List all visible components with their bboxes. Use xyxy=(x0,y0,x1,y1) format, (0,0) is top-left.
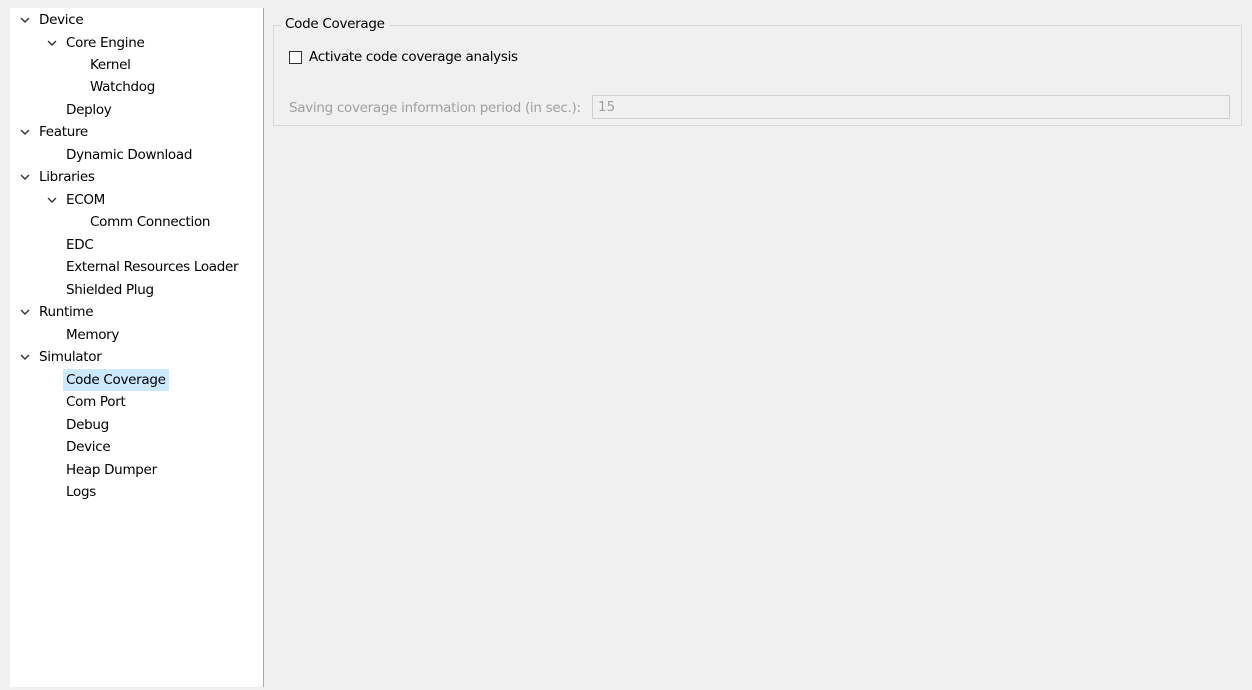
tree-item-label: Feature xyxy=(39,124,88,140)
tree-item-memory[interactable]: Memory xyxy=(63,324,122,346)
tree-item-label: Logs xyxy=(66,484,96,500)
tree-item-label: Code Coverage xyxy=(63,369,169,391)
tree-item-label: Watchdog xyxy=(90,79,156,95)
chevron-down-icon[interactable] xyxy=(45,32,59,54)
tree-item-simulator[interactable]: Simulator xyxy=(20,346,104,368)
tree-item-simulator-device[interactable]: Device xyxy=(63,436,113,458)
saving-period-input xyxy=(592,95,1230,119)
chevron-down-icon[interactable] xyxy=(18,346,32,368)
tree-item-label: Comm Connection xyxy=(90,214,211,230)
tree-item-logs[interactable]: Logs xyxy=(63,481,99,503)
tree-item-com-port[interactable]: Com Port xyxy=(63,391,129,413)
tree-item-heap-dumper[interactable]: Heap Dumper xyxy=(63,459,160,481)
tree-item-label: Kernel xyxy=(90,57,131,73)
tree-item-kernel[interactable]: Kernel xyxy=(87,54,134,76)
group-title: Code Coverage xyxy=(281,14,389,34)
tree-item-label: EDC xyxy=(66,237,94,253)
tree-item-label: Heap Dumper xyxy=(66,462,157,478)
tree-item-label: Dynamic Download xyxy=(66,147,193,163)
tree-item-label: Simulator xyxy=(39,349,102,365)
tree-item-label: ECOM xyxy=(66,192,106,208)
tree-item-label: External Resources Loader xyxy=(66,259,239,275)
tree-item-dynamic-download[interactable]: Dynamic Download xyxy=(63,144,195,166)
tree-item-libraries[interactable]: Libraries xyxy=(20,166,98,188)
chevron-down-icon[interactable] xyxy=(18,9,32,31)
tree-item-shielded-plug[interactable]: Shielded Plug xyxy=(63,279,157,301)
code-coverage-panel: Code Coverage Activate code coverage ana… xyxy=(273,8,1242,687)
preferences-tree: Device Core Engine Kernel Watchdog Deplo… xyxy=(10,8,264,687)
tree-item-code-coverage[interactable]: Code Coverage xyxy=(63,369,169,391)
chevron-down-icon[interactable] xyxy=(18,121,32,143)
tree-item-deploy[interactable]: Deploy xyxy=(63,99,114,121)
tree-item-external-resources-loader[interactable]: External Resources Loader xyxy=(63,256,241,278)
tree-item-label: Com Port xyxy=(66,394,126,410)
chevron-down-icon[interactable] xyxy=(45,189,59,211)
tree-item-feature[interactable]: Feature xyxy=(20,121,91,143)
chevron-down-icon[interactable] xyxy=(18,166,32,188)
code-coverage-group: Code Coverage Activate code coverage ana… xyxy=(273,14,1242,126)
tree-item-debug[interactable]: Debug xyxy=(63,414,112,436)
tree-item-label: Shielded Plug xyxy=(66,282,154,298)
tree-item-label: Memory xyxy=(66,327,120,343)
tree-item-label: Core Engine xyxy=(66,35,145,51)
tree-item-watchdog[interactable]: Watchdog xyxy=(87,76,158,98)
tree-item-core-engine[interactable]: Core Engine xyxy=(47,32,148,54)
activate-coverage-label[interactable]: Activate code coverage analysis xyxy=(309,47,518,67)
preferences-window: Device Core Engine Kernel Watchdog Deplo… xyxy=(0,0,1252,690)
tree-item-label: Device xyxy=(66,439,111,455)
tree-item-label: Debug xyxy=(66,417,109,433)
tree-item-device[interactable]: Device xyxy=(20,9,86,31)
tree-item-ecom[interactable]: ECOM xyxy=(47,189,108,211)
tree-item-label: Deploy xyxy=(66,102,112,118)
tree-item-comm-connection[interactable]: Comm Connection xyxy=(87,211,213,233)
tree-item-runtime[interactable]: Runtime xyxy=(20,301,96,323)
tree-item-label: Device xyxy=(39,12,84,28)
chevron-down-icon[interactable] xyxy=(18,301,32,323)
tree-item-label: Libraries xyxy=(39,169,95,185)
activate-coverage-checkbox[interactable] xyxy=(289,51,302,64)
saving-period-label: Saving coverage information period (in s… xyxy=(289,100,581,116)
tree-item-edc[interactable]: EDC xyxy=(63,234,96,256)
tree-item-label: Runtime xyxy=(39,304,94,320)
